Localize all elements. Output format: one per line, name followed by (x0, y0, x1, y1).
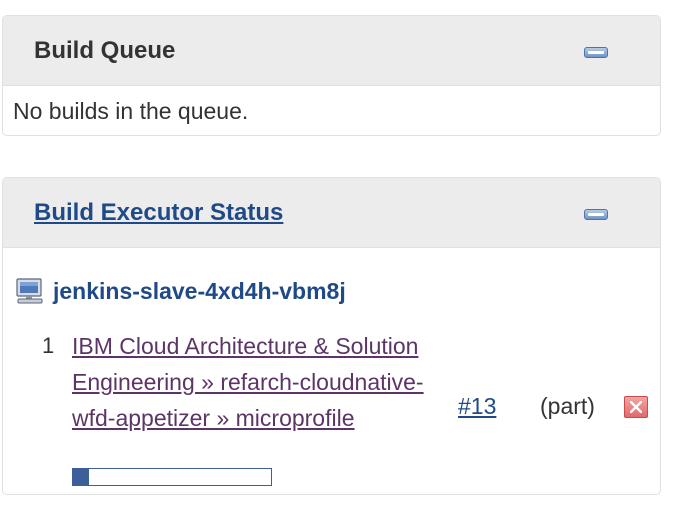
build-number-link[interactable]: #13 (458, 388, 496, 424)
build-executor-status-header: Build Executor Status (3, 178, 660, 248)
build-part-label: (part) (540, 393, 595, 419)
build-queue-pane: Build Queue No builds in the queue. (2, 15, 661, 136)
queue-empty-message: No builds in the queue. (13, 98, 249, 124)
build-progress-bar[interactable] (72, 468, 272, 486)
collapse-executor-status-button[interactable] (584, 209, 608, 220)
collapse-build-queue-button[interactable] (584, 47, 608, 58)
build-queue-title: Build Queue (34, 37, 176, 64)
close-icon (630, 401, 642, 413)
stop-build-button[interactable] (624, 396, 648, 418)
build-executor-status-link[interactable]: Build Executor Status (34, 198, 283, 228)
node-link[interactable]: jenkins-slave-4xd4h-vbm8j (53, 276, 346, 306)
build-queue-header: Build Queue (3, 16, 660, 86)
computer-icon (15, 278, 45, 304)
running-job-link[interactable]: IBM Cloud Architecture & Solution Engine… (72, 328, 452, 436)
executor-number: 1 (42, 333, 55, 358)
build-executor-status-pane: Build Executor Status jenkins-slave-4xd4… (2, 177, 661, 495)
build-progress-fill (73, 469, 89, 485)
